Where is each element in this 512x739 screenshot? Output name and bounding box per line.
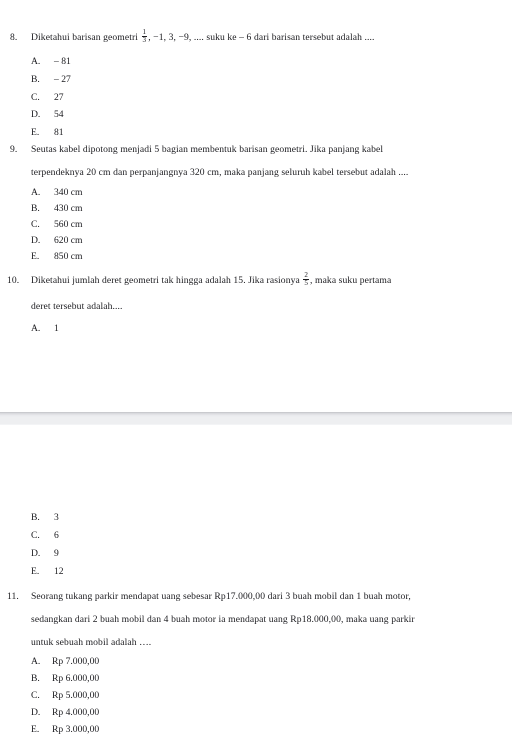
option-value: – 81 [54, 56, 71, 67]
option-letter: A. [31, 323, 41, 334]
option-value: Rp 7.000,00 [52, 656, 100, 667]
document-page-1: 8. Diketahui barisan geometri 13, −1, 3,… [0, 0, 512, 412]
page-break-shadow [0, 413, 512, 417]
question-text-segment: Diketahui barisan geometri [31, 32, 141, 43]
option-value: Rp 4.000,00 [52, 707, 100, 718]
fraction-two-fifths: 25 [303, 270, 310, 287]
question-text: Diketahui jumlah deret geometri tak hing… [31, 269, 391, 292]
option-letter: D. [31, 548, 41, 559]
option-letter: B. [31, 673, 40, 684]
option-letter: D. [31, 707, 41, 718]
option-value: 850 cm [54, 251, 83, 262]
option-letter: B. [31, 74, 40, 85]
question-text: Diketahui barisan geometri 13, −1, 3, −9… [31, 26, 374, 49]
option-value: Rp 6.000,00 [52, 673, 100, 684]
question-number: 10. [7, 275, 20, 286]
question-text-segment: , maka suku pertama [310, 275, 392, 286]
question-number: 8. [10, 32, 18, 43]
option-value: – 27 [54, 74, 71, 85]
question-text: sedangkan dari 2 buah mobil dan 4 buah m… [31, 614, 415, 625]
option-value: 27 [54, 92, 64, 103]
option-letter: C. [31, 92, 40, 103]
option-value: Rp 3.000,00 [52, 724, 100, 735]
question-number: 9. [10, 144, 18, 155]
option-value: 3 [54, 512, 59, 523]
question-text: Seorang tukang parkir mendapat uang sebe… [31, 591, 411, 602]
option-value: 9 [54, 548, 59, 559]
fraction-numerator: 1 [142, 27, 147, 36]
question-text-segment: , −1, 3, −9, .... suku ke – 6 dari baris… [148, 32, 375, 43]
option-letter: A. [31, 56, 41, 67]
question-number: 11. [7, 591, 19, 602]
fraction-one-third: 13 [141, 27, 148, 44]
question-text-segment: Diketahui jumlah deret geometri tak hing… [31, 275, 303, 286]
option-letter: C. [31, 530, 40, 541]
fraction-denominator: 5 [303, 278, 310, 287]
question-text: Seutas kabel dipotong menjadi 5 bagian m… [31, 144, 384, 155]
option-letter: E. [31, 566, 40, 577]
option-letter: E. [31, 251, 40, 262]
fraction-numerator: 2 [304, 270, 309, 279]
question-text: terpendeknya 20 cm dan perpanjangnya 320… [31, 167, 409, 178]
fraction-denominator: 3 [141, 35, 148, 44]
question-text: untuk sebuah mobil adalah …. [31, 637, 152, 648]
option-letter: E. [31, 724, 40, 735]
document-viewer: 8. Diketahui barisan geometri 13, −1, 3,… [0, 0, 512, 735]
question-text: deret tersebut adalah.... [31, 301, 123, 312]
option-value: Rp 5.000,00 [52, 690, 100, 701]
document-page-2: B. 3 C. 6 D. 9 E. 12 11. Seorang tukang … [0, 425, 512, 735]
option-letter: B. [31, 512, 40, 523]
option-letter: D. [31, 109, 41, 120]
option-letter: C. [31, 690, 40, 701]
option-value: 6 [54, 530, 59, 541]
option-letter: A. [31, 656, 41, 667]
option-value: 1 [54, 323, 59, 334]
option-value: 12 [54, 566, 64, 577]
page-break-separator [0, 412, 512, 425]
option-value: 54 [54, 109, 64, 120]
